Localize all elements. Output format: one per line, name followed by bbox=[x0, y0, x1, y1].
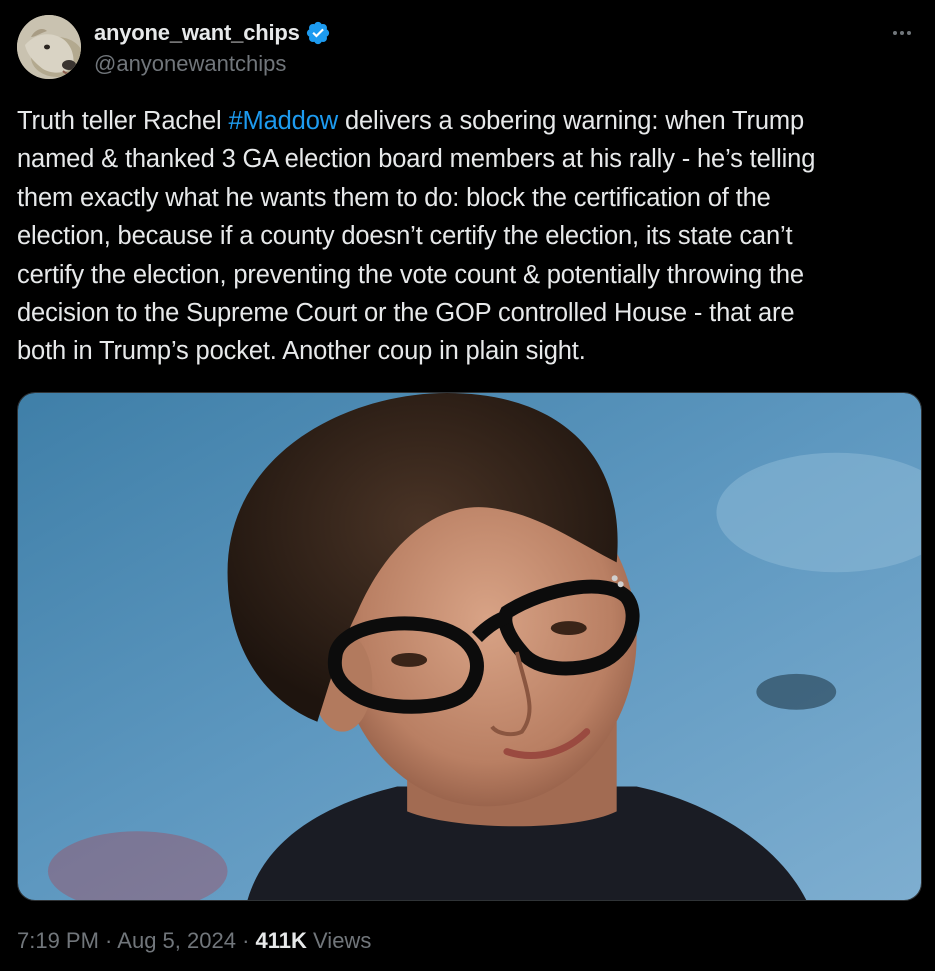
tweet-media-photo[interactable] bbox=[17, 392, 922, 901]
more-dot bbox=[907, 31, 911, 35]
greyhound-dog-avatar-icon bbox=[17, 15, 81, 79]
more-dot bbox=[900, 31, 904, 35]
more-dot bbox=[893, 31, 897, 35]
tweet-date[interactable]: Aug 5, 2024 bbox=[117, 928, 236, 953]
tweet-time[interactable]: 7:19 PM bbox=[17, 928, 99, 953]
meta-separator: · bbox=[235, 928, 256, 953]
author-avatar[interactable] bbox=[17, 15, 81, 79]
more-options-icon[interactable] bbox=[887, 23, 917, 43]
tweet-text-line: certify the election, preventing the vot… bbox=[17, 260, 804, 289]
views-count[interactable]: 411K bbox=[256, 928, 307, 953]
tweet-text-segment: delivers a sobering warning: when Trump bbox=[338, 107, 805, 135]
views-label: Views bbox=[313, 928, 372, 953]
portrait-photo bbox=[18, 393, 921, 900]
tweet-text-line: named & thanked 3 GA election board memb… bbox=[17, 145, 816, 174]
tweet-text-line: both in Trump’s pocket. Another coup in … bbox=[17, 337, 586, 366]
tweet-text-segment: Truth teller Rachel bbox=[17, 107, 229, 135]
display-name-row: anyone_want_chips bbox=[94, 18, 331, 48]
tweet-text: Truth teller Rachel #Maddow delivers a s… bbox=[17, 102, 922, 371]
tweet-meta: 7:19 PM · Aug 5, 2024 · 411K Views bbox=[17, 928, 371, 954]
tweet-text-line: them exactly what he wants them to do: b… bbox=[17, 183, 771, 212]
meta-separator: · bbox=[98, 928, 118, 953]
author-display-name[interactable]: anyone_want_chips bbox=[94, 20, 300, 46]
tweet-text-line: Truth teller Rachel #Maddow delivers a s… bbox=[17, 102, 922, 140]
tweet-text-line: election, because if a county doesn’t ce… bbox=[17, 222, 793, 251]
verified-badge-icon bbox=[305, 20, 331, 46]
tweet-container: anyone_want_chips @anyonewantchips Truth… bbox=[0, 0, 935, 971]
tweet-text-line: decision to the Supreme Court or the GOP… bbox=[17, 299, 795, 328]
tweet-header: anyone_want_chips @anyonewantchips bbox=[17, 15, 917, 81]
author-handle[interactable]: @anyonewantchips bbox=[94, 51, 331, 77]
author-names: anyone_want_chips @anyonewantchips bbox=[94, 18, 331, 77]
hashtag-link[interactable]: #Maddow bbox=[228, 107, 338, 135]
